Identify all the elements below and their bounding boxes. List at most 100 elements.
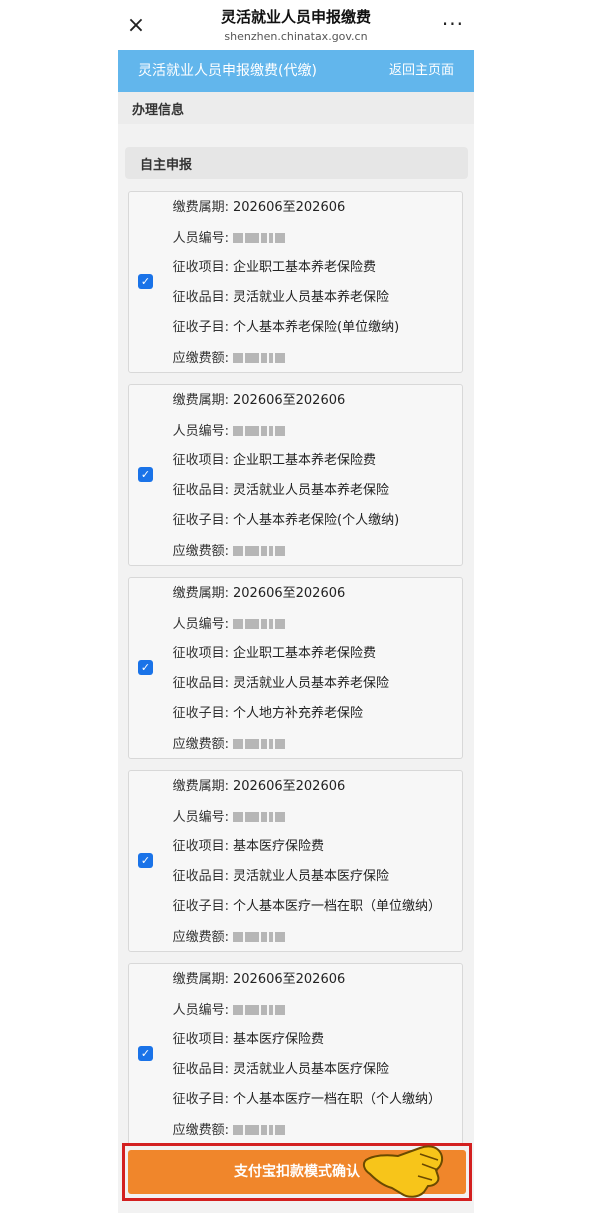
- record-row-person-no: 人员编号:: [159, 613, 287, 635]
- record-row-category: 征收品目: 灵活就业人员基本养老保险: [159, 480, 389, 502]
- service-title: 灵活就业人员申报缴费(代缴): [138, 63, 317, 79]
- record-label: 缴费属期:: [172, 972, 229, 987]
- record-row-item: 征收项目: 企业职工基本养老保险费: [159, 450, 376, 472]
- record-row-period: 缴费属期: 202606至202606: [159, 197, 346, 219]
- record-value: 灵活就业人员基本养老保险: [233, 676, 390, 691]
- title-area: 灵活就业人员申报缴费 shenzhen.chinatax.gov.cn: [158, 7, 434, 45]
- top-navigation-bar: × 灵活就业人员申报缴费 shenzhen.chinatax.gov.cn ··…: [118, 0, 474, 50]
- record-label: 征收项目:: [172, 839, 229, 854]
- record-value: 灵活就业人员基本养老保险: [233, 290, 390, 305]
- record-label: 应缴费额:: [172, 1122, 229, 1138]
- record-label: 缴费属期:: [172, 779, 229, 794]
- more-options-icon[interactable]: ···: [442, 12, 464, 36]
- record-row-person-no: 人员编号:: [159, 806, 287, 828]
- section-header: 办理信息: [118, 92, 474, 124]
- record-checkbox[interactable]: ✓: [138, 467, 153, 482]
- record-checkbox[interactable]: ✓: [138, 853, 153, 868]
- record-row-period: 缴费属期: 202606至202606: [159, 583, 346, 605]
- record-value: 个人基本养老保险(个人缴纳): [233, 513, 400, 528]
- payment-record-card: ✓ 缴费属期: 202606至202606 人员编号: 征收项目: 企业职工基本养老保险费…: [128, 191, 463, 373]
- record-row-person-no: 人员编号:: [159, 420, 287, 442]
- redacted-value: [233, 926, 287, 948]
- record-row-item: 征收项目: 基本医疗保险费: [159, 836, 324, 858]
- redacted-value: [233, 999, 287, 1021]
- record-row-subitem: 征收子目: 个人基本医疗一档在职（个人缴纳）: [159, 1089, 441, 1111]
- redacted-value: [233, 540, 287, 562]
- record-value: 个人基本养老保险(单位缴纳): [233, 320, 400, 335]
- record-row-period: 缴费属期: 202606至202606: [159, 390, 346, 412]
- return-home-link[interactable]: 返回主页面: [389, 61, 454, 81]
- record-row-item: 征收项目: 企业职工基本养老保险费: [159, 257, 376, 279]
- phone-screen: × 灵活就业人员申报缴费 shenzhen.chinatax.gov.cn ··…: [118, 0, 474, 1213]
- record-label: 征收子目:: [172, 320, 229, 335]
- record-label: 征收品目:: [172, 869, 229, 884]
- record-label: 征收品目:: [172, 1062, 229, 1077]
- record-row-category: 征收品目: 灵活就业人员基本医疗保险: [159, 866, 389, 888]
- record-value: 灵活就业人员基本医疗保险: [233, 1062, 390, 1077]
- record-row-category: 征收品目: 灵活就业人员基本养老保险: [159, 673, 389, 695]
- record-label: 应缴费额:: [172, 543, 229, 559]
- record-row-amount: 应缴费额:: [159, 1119, 287, 1141]
- payment-record-card: ✓ 缴费属期: 202606至202606 人员编号: 征收项目: 企业职工基本养老保险费…: [128, 384, 463, 566]
- record-label: 征收子目:: [172, 706, 229, 721]
- record-value: 基本医疗保险费: [233, 1032, 325, 1047]
- record-value: 企业职工基本养老保险费: [233, 260, 377, 275]
- record-label: 人员编号:: [172, 230, 229, 246]
- redacted-value: [233, 420, 287, 442]
- record-value: 202606至202606: [233, 393, 346, 408]
- redacted-value: [233, 347, 287, 369]
- record-value: 企业职工基本养老保险费: [233, 646, 377, 661]
- subsection-title: 自主申报: [140, 158, 193, 173]
- page-url: shenzhen.chinatax.gov.cn: [224, 30, 368, 43]
- payment-record-card: ✓ 缴费属期: 202606至202606 人员编号: 征收项目: 基本医疗保险费 征收品目…: [128, 770, 463, 952]
- record-row-period: 缴费属期: 202606至202606: [159, 969, 346, 991]
- redacted-value: [233, 733, 287, 755]
- record-label: 征收品目:: [172, 483, 229, 498]
- record-row-item: 征收项目: 企业职工基本养老保险费: [159, 643, 376, 665]
- record-label: 人员编号:: [172, 809, 229, 825]
- record-checkbox[interactable]: ✓: [138, 1046, 153, 1061]
- record-value: 基本医疗保险费: [233, 839, 325, 854]
- record-label: 缴费属期:: [172, 393, 229, 408]
- record-label: 人员编号:: [172, 1002, 229, 1018]
- record-label: 应缴费额:: [172, 350, 229, 366]
- subsection-header: 自主申报: [125, 147, 468, 179]
- record-row-person-no: 人员编号:: [159, 999, 287, 1021]
- record-value: 企业职工基本养老保险费: [233, 453, 377, 468]
- record-label: 征收项目:: [172, 646, 229, 661]
- section-title: 办理信息: [132, 103, 185, 118]
- record-row-subitem: 征收子目: 个人基本医疗一档在职（单位缴纳）: [159, 896, 441, 918]
- record-value: 202606至202606: [233, 779, 346, 794]
- record-value: 个人基本医疗一档在职（单位缴纳）: [233, 899, 442, 914]
- record-row-amount: 应缴费额:: [159, 926, 287, 948]
- record-label: 应缴费额:: [172, 736, 229, 752]
- payment-record-card: ✓ 缴费属期: 202606至202606 人员编号: 征收项目: 企业职工基本养老保险费…: [128, 577, 463, 759]
- payment-record-card: ✓ 缴费属期: 202606至202606 人员编号: 征收项目: 基本医疗保险费 征收品目…: [128, 963, 463, 1145]
- record-checkbox[interactable]: ✓: [138, 274, 153, 289]
- record-label: 人员编号:: [172, 423, 229, 439]
- record-checkbox[interactable]: ✓: [138, 660, 153, 675]
- record-row-subitem: 征收子目: 个人地方补充养老保险: [159, 703, 363, 725]
- record-label: 征收子目:: [172, 513, 229, 528]
- record-label: 征收子目:: [172, 899, 229, 914]
- redacted-value: [233, 1119, 287, 1141]
- record-row-subitem: 征收子目: 个人基本养老保险(个人缴纳): [159, 510, 400, 532]
- record-row-category: 征收品目: 灵活就业人员基本养老保险: [159, 287, 389, 309]
- record-value: 202606至202606: [233, 586, 346, 601]
- record-value: 202606至202606: [233, 972, 346, 987]
- redacted-value: [233, 613, 287, 635]
- record-value: 202606至202606: [233, 200, 346, 215]
- record-value: 个人基本医疗一档在职（个人缴纳）: [233, 1092, 442, 1107]
- record-label: 征收品目:: [172, 676, 229, 691]
- record-row-amount: 应缴费额:: [159, 733, 287, 755]
- page-title: 灵活就业人员申报缴费: [220, 8, 371, 26]
- record-value: 灵活就业人员基本医疗保险: [233, 869, 390, 884]
- record-label: 应缴费额:: [172, 929, 229, 945]
- pointing-hand-icon: [362, 1145, 444, 1198]
- service-header-bar: 灵活就业人员申报缴费(代缴) 返回主页面: [118, 50, 474, 92]
- record-value: 个人地方补充养老保险: [233, 706, 364, 721]
- record-row-period: 缴费属期: 202606至202606: [159, 776, 346, 798]
- record-row-amount: 应缴费额:: [159, 347, 287, 369]
- close-icon[interactable]: ×: [124, 14, 148, 38]
- record-value: 灵活就业人员基本养老保险: [233, 483, 390, 498]
